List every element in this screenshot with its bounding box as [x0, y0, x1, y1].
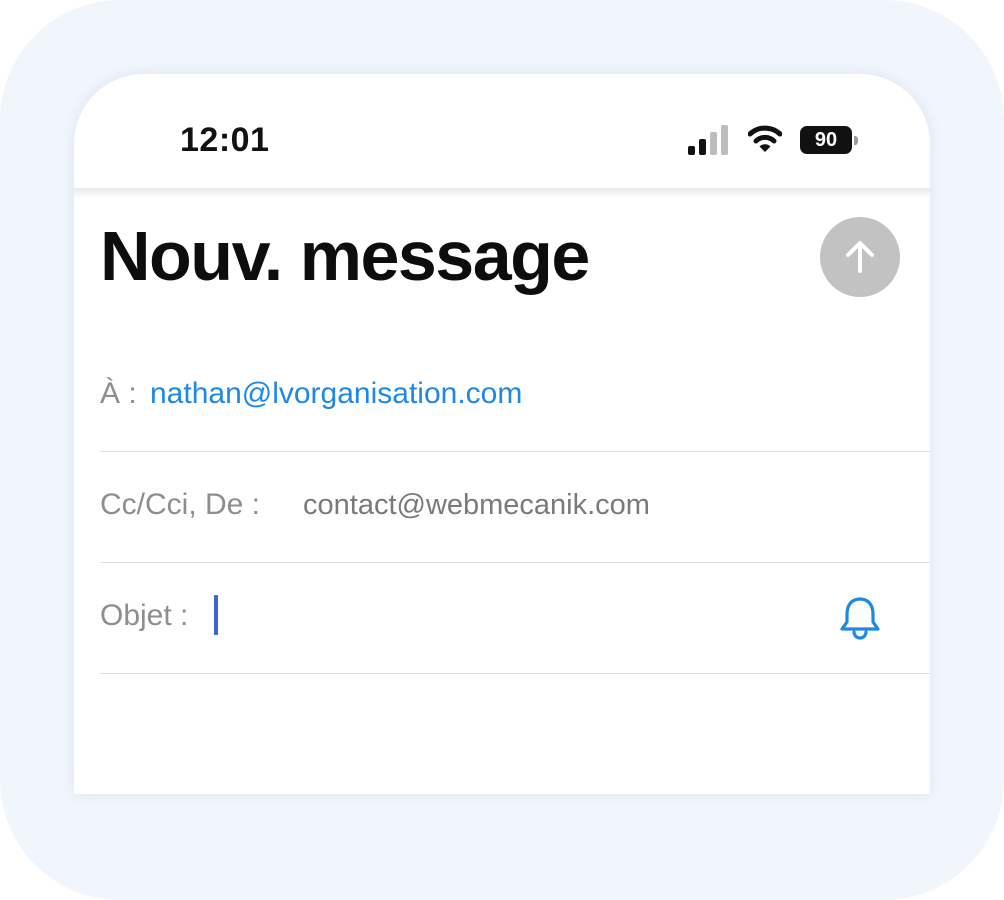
bell-icon[interactable] — [838, 595, 882, 641]
divider — [100, 673, 930, 674]
arrow-up-icon — [846, 241, 874, 273]
page-title: Nouv. message — [100, 217, 590, 295]
phone-screen: 12:01 90 Nouv. message À : nathan@lvorga… — [74, 74, 930, 794]
send-button[interactable] — [820, 217, 900, 297]
from-address[interactable]: contact@webmecanik.com — [303, 489, 650, 522]
subject-input[interactable] — [224, 593, 788, 639]
text-caret — [214, 595, 218, 635]
battery-icon: 90 — [800, 126, 860, 154]
cc-from-field-row[interactable]: Cc/Cci, De : contact@webmecanik.com — [100, 452, 930, 562]
battery-level: 90 — [814, 129, 838, 151]
to-label: À : — [100, 377, 137, 410]
status-time: 12:01 — [180, 121, 270, 159]
to-field-row[interactable]: À : nathan@lvorganisation.com — [100, 340, 930, 450]
status-bar: 12:01 90 — [74, 74, 930, 188]
subject-label: Objet : — [100, 599, 189, 632]
signal-bars-icon — [688, 125, 728, 155]
wifi-icon — [748, 125, 782, 152]
to-recipient[interactable]: nathan@lvorganisation.com — [150, 377, 522, 411]
subject-field-row[interactable]: Objet : — [100, 563, 930, 673]
cc-from-label: Cc/Cci, De : — [100, 488, 261, 521]
